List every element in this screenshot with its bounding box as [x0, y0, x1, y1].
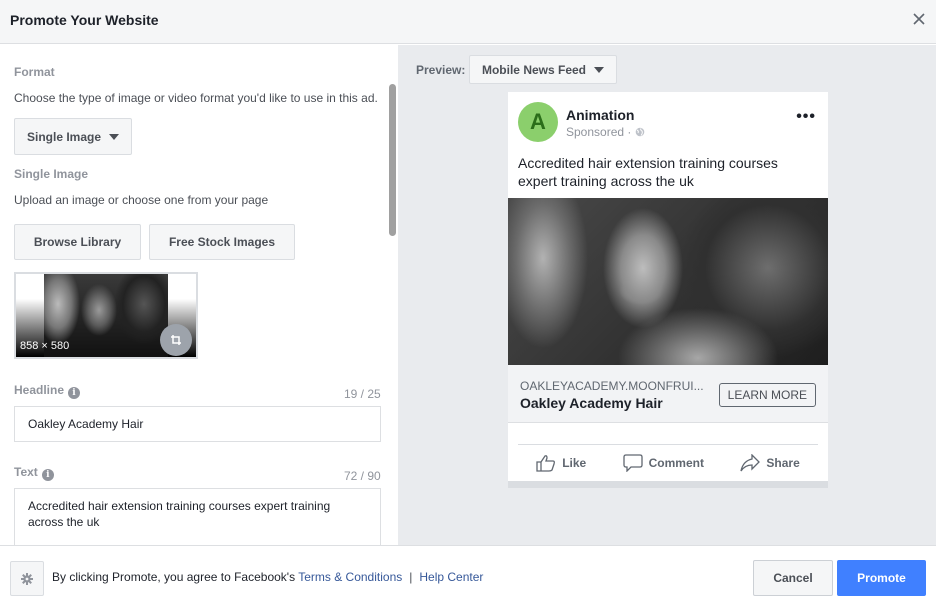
link-headline: Oakley Academy Hair	[520, 395, 663, 411]
thumbs-up-icon	[536, 454, 556, 472]
globe-icon	[635, 127, 645, 137]
like-label: Like	[562, 455, 587, 470]
headline-label-text: Headline	[14, 383, 65, 397]
text-input[interactable]: Accredited hair extension training cours…	[14, 488, 381, 545]
dialog-footer: By clicking Promote, you agree to Facebo…	[0, 545, 936, 606]
format-label: Format	[14, 65, 55, 79]
page-avatar[interactable]: A	[518, 102, 558, 142]
text-label-text: Text	[14, 465, 38, 479]
dialog-title: Promote Your Website	[10, 12, 159, 28]
gear-icon	[21, 572, 33, 585]
cancel-button[interactable]: Cancel	[753, 560, 833, 596]
terms-link[interactable]: Terms & Conditions	[298, 570, 402, 584]
single-image-description: Upload an image or choose one from your …	[14, 193, 269, 207]
single-image-label: Single Image	[14, 167, 89, 181]
post-text: Accredited hair extension training cours…	[518, 155, 778, 189]
image-thumbnail[interactable]: 858 × 580	[14, 272, 198, 359]
crop-button[interactable]	[160, 324, 192, 356]
preview-pane: Preview: Mobile News Feed A Animation Sp…	[398, 45, 936, 545]
free-stock-images-button[interactable]: Free Stock Images	[149, 224, 295, 260]
ad-image[interactable]	[508, 198, 828, 365]
settings-button[interactable]	[10, 561, 44, 596]
card-bottom-bar	[508, 481, 828, 488]
headline-counter: 19 / 25	[344, 387, 381, 401]
sponsored-text: Sponsored ·	[566, 125, 632, 139]
dialog-header: Promote Your Website	[0, 0, 936, 44]
scrollbar[interactable]	[389, 84, 396, 236]
info-icon[interactable]: i	[41, 469, 54, 481]
format-dropdown-value: Single Image	[26, 129, 102, 144]
promote-button[interactable]: Promote	[837, 560, 926, 596]
like-button[interactable]: Like	[536, 454, 586, 472]
preview-label: Preview:	[416, 63, 466, 77]
share-label: Share	[766, 455, 800, 470]
ad-preview-card: A Animation Sponsored · ••• Accredited h…	[508, 92, 828, 488]
legal-prefix: By clicking Promote, you agree to Facebo…	[52, 570, 296, 584]
text-counter: 72 / 90	[344, 469, 381, 483]
link-domain: OAKLEYACADEMY.MOONFRUI...	[520, 379, 704, 393]
headline-input[interactable]: Oakley Academy Hair	[14, 406, 381, 442]
preview-placement-dropdown[interactable]: Mobile News Feed	[469, 55, 617, 84]
link-preview[interactable]: OAKLEYACADEMY.MOONFRUI... Oakley Academy…	[508, 365, 828, 423]
comment-button[interactable]: Comment	[622, 453, 704, 472]
preview-placement-value: Mobile News Feed	[481, 62, 587, 77]
text-label: Text i	[14, 465, 54, 481]
caret-down-icon	[109, 133, 120, 140]
close-icon[interactable]	[912, 12, 926, 26]
comment-icon	[622, 453, 643, 472]
help-center-link[interactable]: Help Center	[419, 570, 483, 584]
format-dropdown[interactable]: Single Image	[14, 118, 132, 155]
comment-label: Comment	[648, 455, 704, 470]
legal-text: By clicking Promote, you agree to Facebo…	[52, 570, 483, 584]
headline-label: Headline i	[14, 383, 81, 399]
info-icon[interactable]: i	[68, 387, 81, 399]
ad-settings-pane: Format Choose the type of image or video…	[0, 45, 398, 545]
format-description: Choose the type of image or video format…	[14, 91, 378, 105]
share-icon	[740, 453, 761, 471]
promote-website-dialog: Promote Your Website Format Choose the t…	[0, 0, 936, 606]
sponsored-label: Sponsored ·	[566, 125, 645, 139]
crop-icon	[171, 335, 181, 345]
more-options-icon[interactable]: •••	[796, 108, 816, 126]
learn-more-button[interactable]: LEARN MORE	[718, 383, 816, 407]
image-dimensions: 858 × 580	[20, 340, 70, 352]
separator: |	[409, 570, 413, 584]
page-name[interactable]: Animation	[566, 107, 634, 123]
share-button[interactable]: Share	[740, 453, 800, 472]
post-actions: Like Comment Share	[518, 444, 818, 480]
browse-library-button[interactable]: Browse Library	[14, 224, 141, 260]
caret-down-icon	[594, 66, 605, 73]
